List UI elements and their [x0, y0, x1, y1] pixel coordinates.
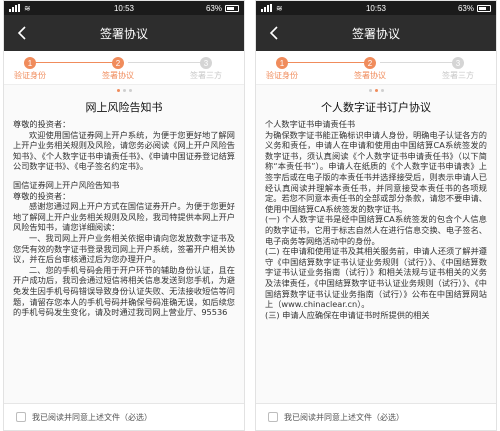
status-time: 10:53 [365, 3, 387, 13]
step-sign-tripartite: 3 签署三方 [442, 57, 474, 81]
step-sign-tripartite: 3 签署三方 [190, 57, 222, 81]
doc-paragraph: 二、您的手机号码会用于开户环节的辅助身份认证，且在开户成功后，我司会通过短信将相… [13, 264, 235, 318]
status-time: 10:53 [113, 3, 135, 13]
status-bar: ≋ 10:53 63% [4, 1, 244, 15]
page-title: 签署协议 [351, 26, 400, 41]
step-sign-agreement: 2 签署协议 [102, 57, 134, 81]
step-number: 1 [276, 57, 288, 69]
chevron-left-icon [269, 26, 278, 40]
step-label: 签署协议 [102, 71, 134, 80]
agreement-document[interactable]: 网上风险告知书 尊敬的投资者： 欢迎使用国信证券网上开户系统，为便于您更好地了解… [4, 95, 244, 403]
page-indicator [4, 85, 244, 95]
document-title: 网上风险告知书 [85, 101, 163, 114]
agree-row[interactable]: 我已阅读并同意上述文件（必选） [4, 403, 244, 430]
doc-paragraph: (二) 在申请和使用证书及其相关服务前，申请人还须了解并遵守《中国结算数字证书认… [265, 246, 487, 310]
agreement-document[interactable]: 个人数字证书订户协议 个人数字证书申请责任书 为确保数字证书能正确标识申请人身份… [256, 95, 496, 403]
agree-row[interactable]: 我已阅读并同意上述文件（必选） [256, 403, 496, 430]
doc-paragraph: (三) 申请人应确保在申请证书时所提供的相关 [265, 309, 430, 320]
doc-paragraph: 尊敬的投资者： [13, 190, 71, 201]
step-verify-identity: 1 验证身份 [14, 57, 46, 81]
step-sign-agreement: 2 签署协议 [354, 57, 386, 81]
nav-bar: 签署协议 [4, 15, 244, 51]
document-title: 个人数字证书订户协议 [321, 101, 431, 114]
step-label: 签署三方 [442, 71, 474, 80]
battery-icon [477, 4, 491, 12]
status-bar: ≋ 10:53 63% [256, 1, 496, 15]
right-screen: ≋ 10:53 63% 签署协议 1 验证身份 2 签署协议 3 签署三方 个人… [255, 0, 497, 431]
step-label: 验证身份 [14, 71, 46, 80]
doc-paragraph: 个人数字证书申请责任书 [265, 119, 356, 129]
agree-label: 我已阅读并同意上述文件（必选） [32, 412, 152, 422]
step-progress: 1 验证身份 2 签署协议 3 签署三方 [4, 51, 244, 85]
step-number: 3 [200, 57, 212, 69]
step-label: 验证身份 [266, 71, 298, 80]
doc-paragraph: 一、我司网上开户业务相关依据申请向您发放数字证书及您凭有效的数字证书登录我司网上… [13, 232, 235, 265]
step-label: 签署三方 [190, 71, 222, 80]
chevron-left-icon [17, 26, 26, 40]
page-title: 签署协议 [99, 26, 148, 41]
battery-icon [225, 4, 239, 12]
doc-paragraph: 欢迎使用国信证券网上开户系统，为便于您更好地了解网上开户业务相关规则及风险，请您… [13, 129, 235, 172]
doc-paragraph: (一) 个人数字证书是经中国结算CA系统签发的包含个人信息的数字证书，它用于标志… [265, 214, 487, 246]
page-indicator [256, 85, 496, 95]
nav-bar: 签署协议 [256, 15, 496, 51]
step-number: 1 [24, 57, 36, 69]
agree-checkbox[interactable] [268, 412, 278, 422]
step-label: 签署协议 [354, 71, 386, 80]
back-button[interactable] [14, 24, 28, 42]
doc-paragraph: 为确保数字证书能正确标识申请人身份，明确电子认证各方的义务和责任，申请人在申请和… [265, 129, 487, 214]
step-number: 3 [452, 57, 464, 69]
step-number: 2 [112, 57, 124, 69]
agree-checkbox[interactable] [16, 412, 26, 422]
step-verify-identity: 1 验证身份 [266, 57, 298, 81]
left-screen: ≋ 10:53 63% 签署协议 1 验证身份 2 签署协议 3 签署三方 网上… [3, 0, 245, 431]
step-progress: 1 验证身份 2 签署协议 3 签署三方 [256, 51, 496, 85]
doc-paragraph: 感谢您通过网上开户方式在国信证券开户。为便于您更好地了解网上开户业务相关规则及风… [13, 201, 235, 233]
step-number: 2 [364, 57, 376, 69]
doc-paragraph: 国信证券网上开户风险告知书 [13, 179, 120, 190]
doc-paragraph: 尊敬的投资者： [13, 119, 71, 129]
back-button[interactable] [266, 24, 280, 42]
agree-label: 我已阅读并同意上述文件（必选） [284, 412, 404, 422]
